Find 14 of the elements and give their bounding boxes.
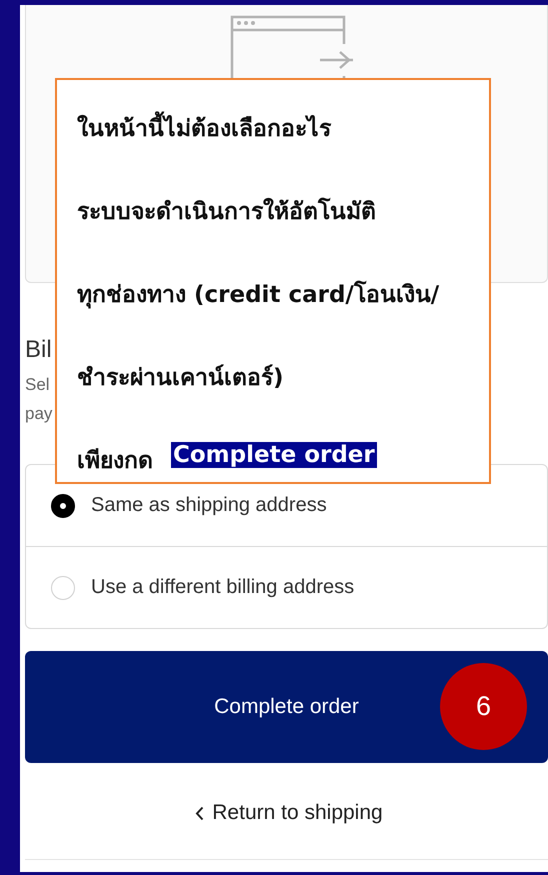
- callout-text: ชำระผ่านเคาน์เตอร์): [77, 363, 284, 393]
- highlighted-text: Complete order: [171, 442, 377, 468]
- section-heading: Bil: [25, 336, 52, 364]
- return-link[interactable]: Return to shipping: [212, 801, 383, 825]
- callout-text: ทุกช่องทาง (credit card/โอนเงิน/: [77, 280, 440, 310]
- radio-label[interactable]: Same as shipping address: [91, 494, 327, 517]
- section-description: pay: [25, 403, 52, 425]
- chevron-left-icon: [195, 806, 204, 820]
- radio-button[interactable]: [51, 494, 75, 518]
- section-description: Sel: [25, 374, 50, 396]
- callout-text: ในหน้านี้ไม่ต้องเลือกอะไร: [77, 110, 331, 146]
- callout-text: เพียงกด: [77, 447, 153, 476]
- callout-text: ระบบจะดำเนินการให้อัตโนมัติ: [77, 196, 376, 227]
- radio-label[interactable]: Use a different billing address: [91, 576, 354, 599]
